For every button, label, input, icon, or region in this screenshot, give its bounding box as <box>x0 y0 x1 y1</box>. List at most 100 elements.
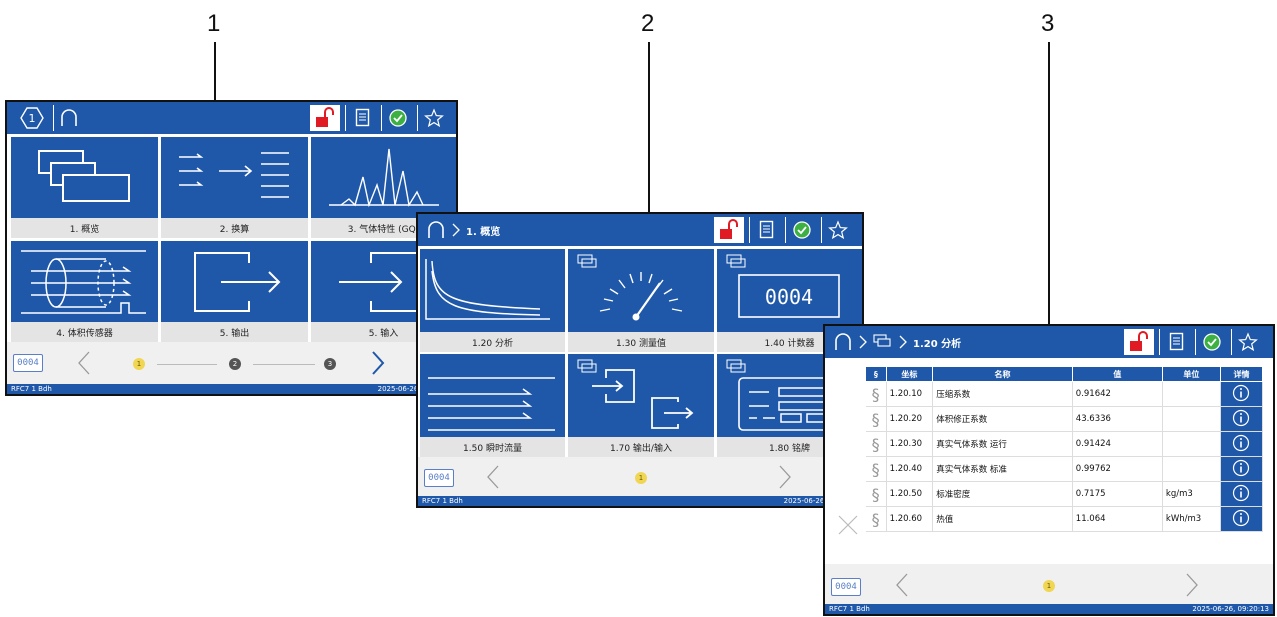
conversion-arrows-icon <box>179 152 289 198</box>
tile-flow-rate-label[interactable]: 1.50 瞬时流量 <box>420 437 565 457</box>
name-cell: 热值 <box>932 506 1073 532</box>
tile-analysis[interactable] <box>420 249 565 332</box>
next-page-chevron-icon[interactable] <box>1185 572 1199 602</box>
counter-display-digits: 0004 <box>765 285 813 309</box>
tile-volume-sensor[interactable] <box>11 241 158 322</box>
tile-conversion-label[interactable]: 2. 换算 <box>161 218 308 238</box>
tile-overview-label[interactable]: 1. 概览 <box>11 218 158 238</box>
counter-icon[interactable]: 0004 <box>13 354 43 372</box>
page-dot-1[interactable]: 1 <box>1043 580 1055 592</box>
log-list-icon[interactable] <box>350 105 376 131</box>
page-dot-2[interactable]: 2 <box>229 358 241 370</box>
tile-measured-values-label[interactable]: 1.30 测量值 <box>568 332 714 352</box>
name-cell: 真实气体系数 标准 <box>932 456 1073 482</box>
lock-open-icon[interactable] <box>310 105 340 131</box>
name-cell: 真实气体系数 运行 <box>932 431 1073 457</box>
info-button[interactable] <box>1220 381 1264 407</box>
table-row[interactable]: § 1.20.50 标准密度 0.7175 kg/m3 <box>865 481 1264 507</box>
flow-pipe-icon <box>21 250 146 314</box>
home-icon[interactable] <box>57 105 81 131</box>
tile-analysis-label[interactable]: 1.20 分析 <box>420 332 565 352</box>
info-button[interactable] <box>1220 506 1264 532</box>
status-ok-icon[interactable] <box>789 217 815 243</box>
tile-outputs-label[interactable]: 5. 输出 <box>161 322 308 342</box>
col-value: 值 <box>1071 366 1163 382</box>
tile-gas-quality[interactable] <box>311 137 456 218</box>
info-icon <box>1233 434 1250 451</box>
lock-open-icon[interactable] <box>1124 329 1154 355</box>
tile-outputs[interactable] <box>161 241 308 322</box>
counter-icon[interactable]: 0004 <box>424 469 454 487</box>
coordinate-cell: 1.20.30 <box>886 431 934 457</box>
tile-flow-rate[interactable] <box>420 354 565 437</box>
input-output-icon <box>577 359 694 429</box>
table-row[interactable]: § 1.20.30 真实气体系数 运行 0.91424 <box>865 431 1264 457</box>
page-dot-3[interactable]: 3 <box>324 358 336 370</box>
favorite-star-icon[interactable] <box>1235 329 1261 355</box>
value-cell: 43.6336 <box>1072 406 1163 432</box>
section-cell: § <box>865 406 887 432</box>
tile-output-input[interactable] <box>568 354 714 437</box>
value-cell: 0.91424 <box>1072 431 1163 457</box>
info-icon <box>1233 484 1250 501</box>
info-button[interactable] <box>1220 431 1264 457</box>
unit-cell: kWh/m3 <box>1162 506 1221 532</box>
info-icon <box>1233 509 1250 526</box>
chevron-right-icon <box>452 223 460 237</box>
info-button[interactable] <box>1220 406 1264 432</box>
access-level-icon[interactable]: 1 <box>17 105 47 131</box>
value-cell: 11.064 <box>1072 506 1163 532</box>
tile-volume-sensor-label[interactable]: 4. 体积传感器 <box>11 322 158 342</box>
table-row[interactable]: § 1.20.20 体积修正系数 43.6336 <box>865 406 1264 432</box>
table-row[interactable]: § 1.20.40 真实气体系数 标准 0.99762 <box>865 456 1264 482</box>
unit-cell <box>1162 406 1221 432</box>
value-cell: 0.7175 <box>1072 481 1163 507</box>
next-page-chevron-icon[interactable] <box>371 350 385 380</box>
next-page-chevron-icon[interactable] <box>778 464 792 494</box>
favorite-star-icon[interactable] <box>421 105 447 131</box>
status-ok-icon[interactable] <box>385 105 411 131</box>
tile-overview[interactable] <box>11 137 158 218</box>
col-coordinate: 坐标 <box>885 366 934 382</box>
name-cell: 标准密度 <box>932 481 1073 507</box>
page-dot-1[interactable]: 1 <box>635 472 647 484</box>
top-bar: 1 <box>7 102 456 134</box>
info-button[interactable] <box>1220 481 1264 507</box>
callout-1: 1 <box>207 10 221 37</box>
log-list-icon[interactable] <box>1164 329 1190 355</box>
col-name: 名称 <box>932 366 1073 382</box>
tile-conversion[interactable] <box>161 137 308 218</box>
counter-display-icon: 0004 <box>726 254 840 318</box>
status-ok-icon[interactable] <box>1199 329 1225 355</box>
lock-open-icon[interactable] <box>714 217 744 243</box>
prev-page-chevron-icon[interactable] <box>77 350 91 380</box>
tile-counters[interactable]: 0004 <box>717 249 862 332</box>
windows-stack-icon[interactable] <box>873 334 893 350</box>
log-list-icon[interactable] <box>754 217 780 243</box>
tile-measured-values[interactable] <box>568 249 714 332</box>
name-cell: 体积修正系数 <box>932 406 1073 432</box>
table-row[interactable]: § 1.20.60 热值 11.064 kWh/m3 <box>865 506 1264 532</box>
coordinate-cell: 1.20.40 <box>886 456 934 482</box>
col-unit: 单位 <box>1161 366 1221 382</box>
close-x-icon[interactable] <box>837 514 859 540</box>
screen-analysis-table: 1.20 分析 § 坐标 名称 值 单位 详情 § 1.20.10 压缩系数 0… <box>823 324 1275 616</box>
callout-line-1 <box>214 42 216 100</box>
page-dot-1[interactable]: 1 <box>133 358 145 370</box>
counter-icon[interactable]: 0004 <box>831 578 861 596</box>
spectrum-peaks-icon <box>329 148 439 208</box>
info-icon <box>1233 459 1250 476</box>
home-icon[interactable] <box>833 332 853 352</box>
table-row[interactable]: § 1.20.10 压缩系数 0.91642 <box>865 381 1264 407</box>
info-button[interactable] <box>1220 456 1264 482</box>
chevron-right-icon <box>859 335 867 349</box>
value-cell: 0.99762 <box>1072 456 1163 482</box>
coordinate-cell: 1.20.10 <box>886 381 934 407</box>
prev-page-chevron-icon[interactable] <box>486 464 500 494</box>
callout-2: 2 <box>641 10 655 37</box>
prev-page-chevron-icon[interactable] <box>895 572 909 602</box>
tile-output-input-label[interactable]: 1.70 输出/输入 <box>568 437 714 457</box>
favorite-star-icon[interactable] <box>825 217 851 243</box>
flow-lines-icon <box>428 377 555 431</box>
home-icon[interactable] <box>426 220 446 240</box>
